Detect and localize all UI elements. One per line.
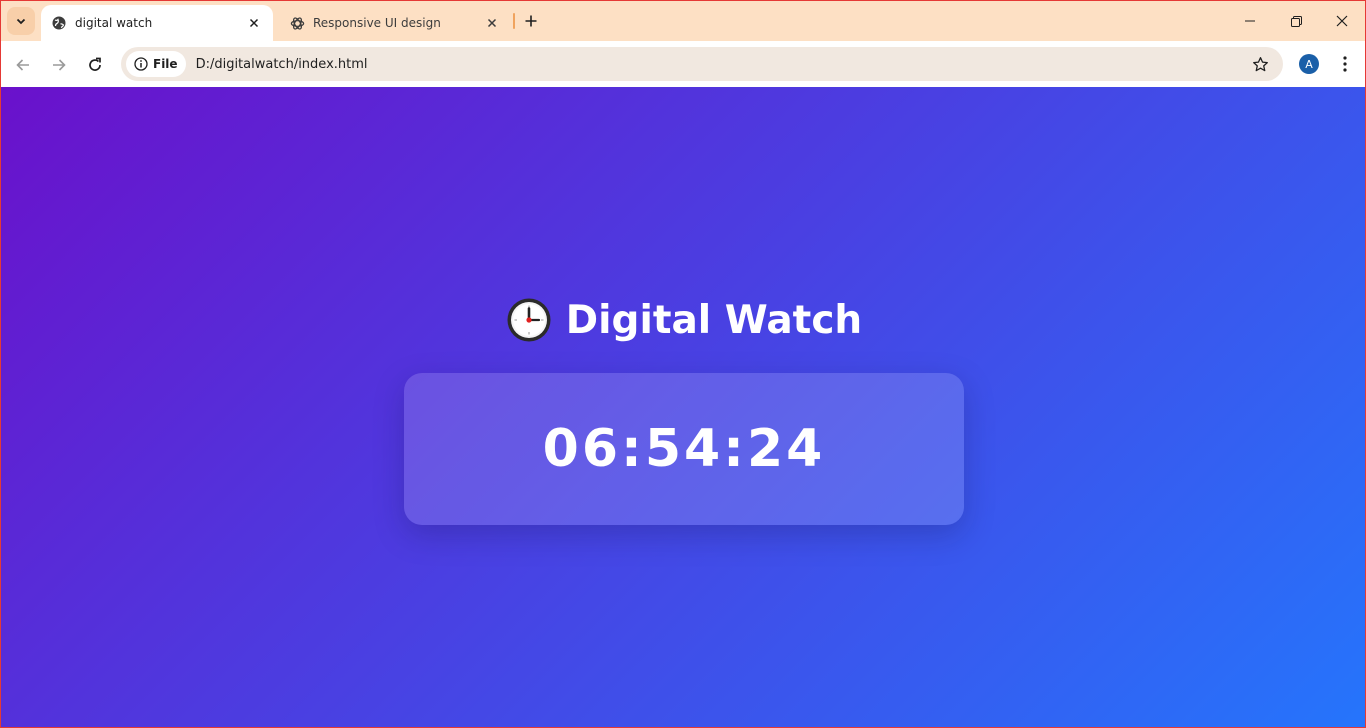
browser-menu-button[interactable] [1333,51,1357,77]
tab-title: Responsive UI design [313,16,441,30]
tab-search-button[interactable] [7,7,35,35]
time-display: 06:54:24 [542,419,826,479]
site-chip-label: File [153,57,178,71]
more-vertical-icon [1343,56,1347,72]
page-title: Digital Watch [565,297,863,343]
arrow-right-icon [53,59,66,71]
tab-digital-watch[interactable]: digital watch [41,5,273,41]
window-controls [1227,1,1365,41]
new-tab-button[interactable] [519,9,543,33]
browser-toolbar: File D:/digitalwatch/index.html A [1,41,1365,87]
watch-card: 06:54:24 [404,373,964,525]
arrow-left-icon [16,59,29,71]
site-info-chip[interactable]: File [126,51,186,77]
close-window-button[interactable] [1319,1,1365,41]
tab-strip: digital watch Responsive UI design [1,1,1365,41]
plus-icon [525,15,537,27]
openai-icon [289,15,305,31]
chevron-down-icon [16,18,26,25]
forward-button[interactable] [45,51,73,79]
address-bar[interactable]: File D:/digitalwatch/index.html [121,47,1283,81]
minimize-button[interactable] [1227,1,1273,41]
tab-title: digital watch [75,16,153,30]
star-icon [1252,56,1268,71]
close-icon[interactable] [245,14,263,32]
clock-emoji-icon [506,297,552,343]
globe-icon [51,15,67,31]
close-icon[interactable] [483,14,501,32]
tab-divider [513,13,515,29]
back-button[interactable] [9,51,37,79]
reload-icon [89,57,101,71]
restore-icon [1290,15,1302,27]
tab-responsive-ui-design[interactable]: Responsive UI design [279,5,511,41]
info-icon [134,57,148,71]
page-heading: Digital Watch [1,297,1365,343]
bookmark-button[interactable] [1249,53,1271,75]
minimize-icon [1245,20,1255,22]
url-text[interactable]: D:/digitalwatch/index.html [196,57,368,72]
page-content: Digital Watch 06:54:24 [1,87,1365,727]
close-icon [1336,15,1348,27]
reload-button[interactable] [81,51,109,79]
restore-button[interactable] [1273,1,1319,41]
browser-window: digital watch Responsive UI design File … [0,0,1366,728]
profile-avatar[interactable]: A [1299,54,1319,74]
